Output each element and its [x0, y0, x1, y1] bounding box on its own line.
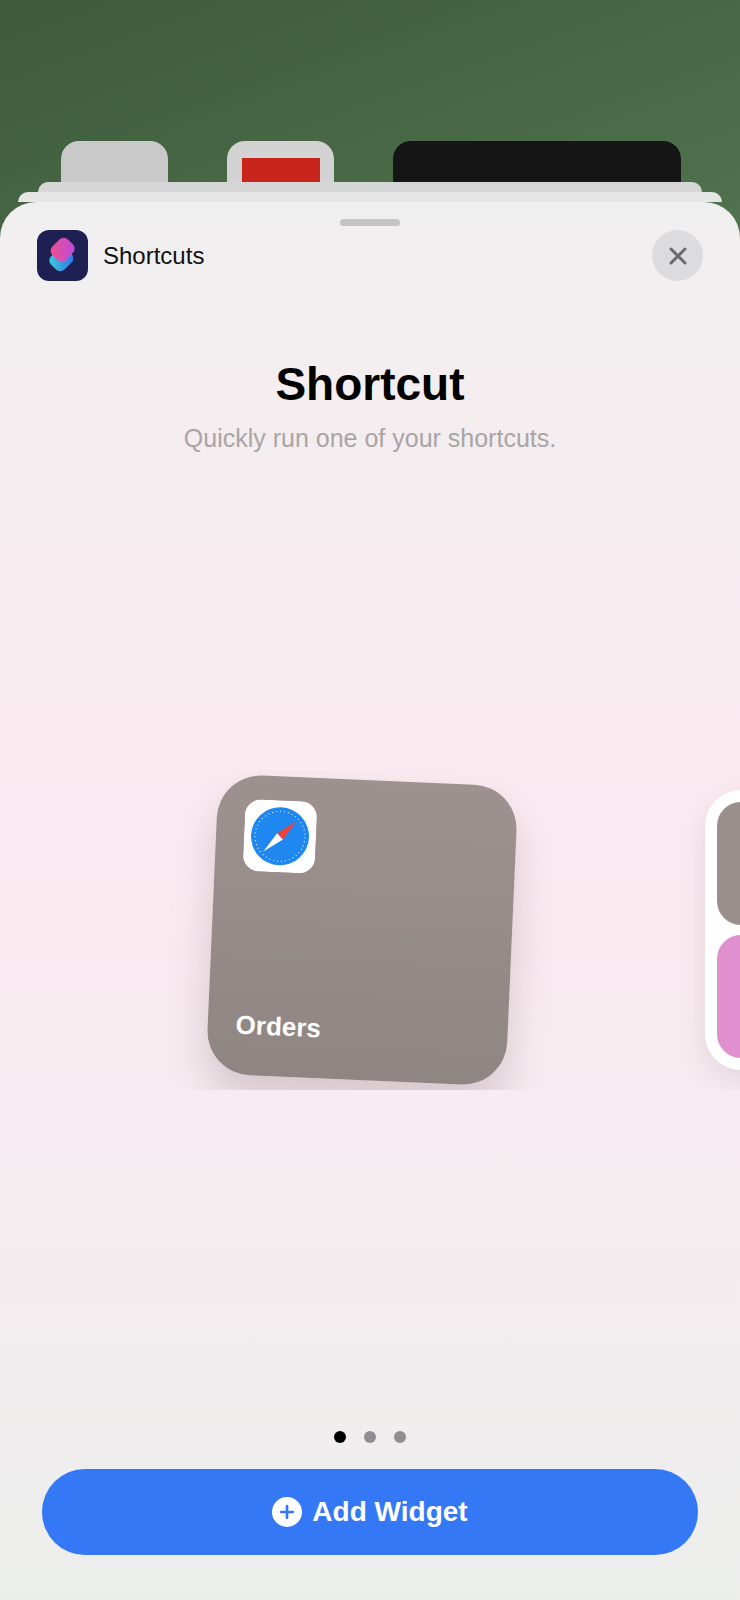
background-widget [227, 141, 334, 182]
widget-title: Shortcut [0, 356, 740, 412]
close-button[interactable] [652, 230, 703, 281]
page-indicator[interactable] [0, 1431, 740, 1443]
mini-widget [717, 935, 740, 1058]
page-dot[interactable] [394, 1431, 406, 1443]
close-icon [664, 242, 692, 270]
stacked-sheet [38, 182, 702, 192]
plus-icon [272, 1497, 302, 1527]
app-name: Shortcuts [103, 242, 637, 270]
widget-description: Quickly run one of your shortcuts. [0, 422, 740, 454]
page-dot[interactable] [364, 1431, 376, 1443]
stacked-sheet [18, 192, 722, 202]
background-widget [393, 141, 681, 182]
background-widget [61, 141, 168, 182]
widget-preview[interactable]: Orders [206, 774, 519, 1087]
widget-label: Orders [235, 1010, 480, 1052]
background-widget-mark [242, 158, 320, 182]
background-widgets [0, 141, 740, 182]
safari-icon [242, 799, 317, 874]
page-dot[interactable] [334, 1431, 346, 1443]
widget-carousel[interactable]: Orders [0, 770, 740, 1090]
widget-gallery-screen: Shortcuts Shortcut Quickly run one of your… [0, 0, 740, 1600]
next-widget-preview[interactable] [705, 790, 740, 1070]
sheet-grabber[interactable] [340, 219, 400, 226]
mini-widget [717, 802, 740, 925]
add-widget-button[interactable]: Add Widget [42, 1469, 698, 1555]
sheet-header: Shortcuts [0, 230, 740, 281]
widget-sheet: Shortcuts Shortcut Quickly run one of your… [0, 202, 740, 1600]
shortcuts-app-icon [37, 230, 88, 281]
